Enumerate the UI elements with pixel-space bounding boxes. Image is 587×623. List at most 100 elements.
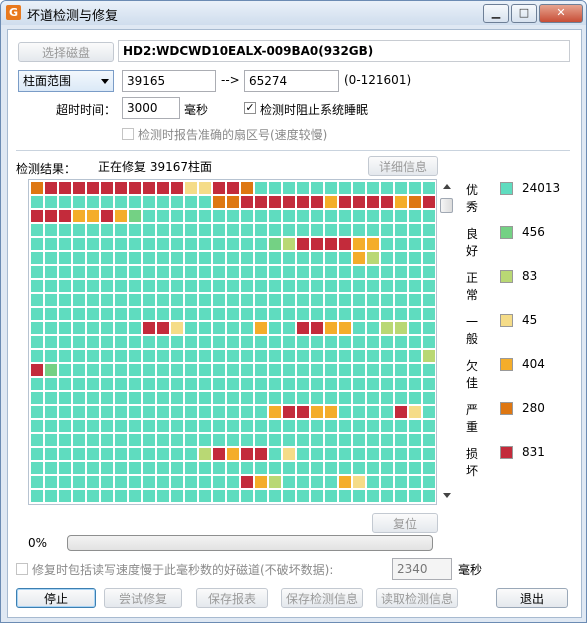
sector-cell [44, 419, 58, 433]
sector-cell [422, 349, 436, 363]
sector-cell [268, 293, 282, 307]
timeout-input[interactable]: 3000 [122, 97, 180, 119]
minimize-button[interactable]: ▁ [483, 4, 509, 23]
sector-cell [198, 419, 212, 433]
sector-cell [198, 209, 212, 223]
sector-cell [296, 265, 310, 279]
sector-cell [30, 475, 44, 489]
scroll-up-icon[interactable] [443, 184, 451, 189]
sector-cell [114, 223, 128, 237]
sector-cell [296, 489, 310, 503]
sector-cell [408, 293, 422, 307]
save-info-button[interactable]: 保存检测信息 [281, 588, 363, 608]
sector-cell [58, 223, 72, 237]
sector-cell [366, 447, 380, 461]
sector-cell [142, 489, 156, 503]
prevent-sleep-checkbox[interactable]: ✓ [244, 102, 256, 114]
sector-cell [184, 461, 198, 475]
sector-cell [156, 335, 170, 349]
sector-cell [170, 293, 184, 307]
repair-slow-checkbox[interactable] [16, 563, 28, 575]
sector-cell [380, 391, 394, 405]
exit-button[interactable]: 退出 [496, 588, 568, 608]
sector-cell [58, 419, 72, 433]
sector-cell [114, 419, 128, 433]
detail-info-button[interactable]: 详细信息 [368, 156, 438, 176]
sector-cell [282, 265, 296, 279]
sector-cell [380, 321, 394, 335]
sector-cell [254, 223, 268, 237]
sector-cell [142, 391, 156, 405]
legend-label: 一般 [466, 315, 479, 346]
sector-cell [310, 223, 324, 237]
range-end-input[interactable]: 65274 [244, 70, 339, 92]
sector-cell [352, 279, 366, 293]
sector-cell [310, 433, 324, 447]
sector-cell [408, 349, 422, 363]
sector-cell [296, 335, 310, 349]
close-button[interactable]: ✕ [539, 4, 583, 23]
sector-cell [184, 475, 198, 489]
sector-cell [142, 209, 156, 223]
try-repair-button[interactable]: 尝试修复 [104, 588, 182, 608]
repair-slow-input[interactable]: 2340 [392, 558, 452, 580]
progress-text: 0% [28, 536, 48, 550]
sector-cell [296, 279, 310, 293]
sector-cell [408, 433, 422, 447]
sector-cell [324, 475, 338, 489]
stop-button[interactable]: 停止 [16, 588, 96, 608]
sector-cell [184, 489, 198, 503]
sector-cell [282, 447, 296, 461]
report-sector-checkbox[interactable] [122, 128, 134, 140]
sector-cell [296, 405, 310, 419]
sector-cell [240, 223, 254, 237]
sector-cell [30, 209, 44, 223]
sector-cell [100, 335, 114, 349]
legend-label: 欠佳 [466, 359, 479, 390]
range-arrow: --> [221, 73, 240, 87]
sector-cell [30, 223, 44, 237]
scroll-thumb[interactable] [440, 198, 453, 213]
sector-cell [226, 237, 240, 251]
sector-cell [268, 433, 282, 447]
sector-cell [296, 195, 310, 209]
sector-cell [184, 433, 198, 447]
sector-cell [422, 279, 436, 293]
sector-cell [142, 433, 156, 447]
sector-cell [184, 279, 198, 293]
reset-button[interactable]: 复位 [372, 513, 438, 533]
sector-cell [366, 321, 380, 335]
legend-label: 损坏 [466, 447, 479, 478]
sector-cell [72, 293, 86, 307]
sector-cell [198, 335, 212, 349]
scroll-down-icon[interactable] [443, 493, 451, 498]
sector-cell [184, 251, 198, 265]
sector-cell [226, 419, 240, 433]
sector-cell [114, 475, 128, 489]
sector-cell [394, 265, 408, 279]
sector-cell [58, 489, 72, 503]
grid-scrollbar[interactable] [440, 181, 454, 501]
sector-cell [380, 223, 394, 237]
maximize-button[interactable]: □ [511, 4, 537, 23]
sector-cell [156, 405, 170, 419]
sector-cell [310, 489, 324, 503]
sector-cell [184, 335, 198, 349]
sector-cell [142, 293, 156, 307]
load-info-button[interactable]: 读取检测信息 [376, 588, 458, 608]
sector-cell [86, 461, 100, 475]
sector-cell [282, 391, 296, 405]
sector-cell [114, 335, 128, 349]
range-start-input[interactable]: 39165 [122, 70, 216, 92]
sector-cell [240, 307, 254, 321]
sector-cell [282, 181, 296, 195]
sector-cell [72, 307, 86, 321]
sector-cell [226, 279, 240, 293]
range-mode-select[interactable]: 柱面范围 [18, 70, 114, 92]
sector-cell [128, 293, 142, 307]
sector-cell [268, 335, 282, 349]
save-report-button[interactable]: 保存报表 [196, 588, 268, 608]
sector-cell [58, 377, 72, 391]
select-disk-button[interactable]: 选择磁盘 [18, 42, 114, 62]
sector-cell [184, 307, 198, 321]
